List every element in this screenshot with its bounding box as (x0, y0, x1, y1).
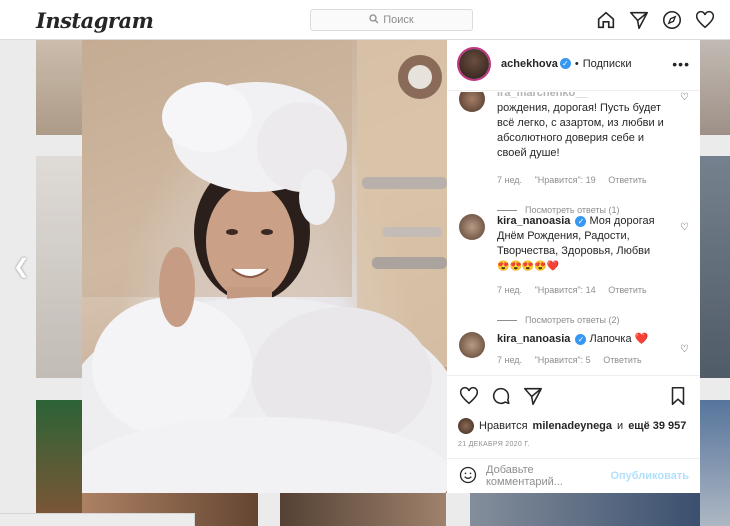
commenter-avatar[interactable] (459, 214, 485, 240)
search-input[interactable]: Поиск (310, 9, 473, 31)
feed-post-thumbnail[interactable] (700, 40, 730, 135)
comment-text-line2: Днём Рождения, Радости, (497, 230, 630, 242)
previous-post-arrow-icon[interactable]: ❮ (13, 254, 30, 279)
post-actions: Нравится milenadeynega и ещё 39 957 21 Д… (447, 375, 700, 448)
likes-count[interactable]: ещё 39 957 (628, 420, 686, 432)
comment-reply-button[interactable]: Ответить (608, 285, 646, 295)
bottom-popup-strip (0, 513, 195, 526)
separator-dot: • (574, 57, 579, 70)
more-options-icon[interactable]: ••• (672, 56, 690, 72)
comment-age[interactable]: 7 нед. (497, 285, 522, 295)
view-replies-label: Посмотреть ответы (2) (525, 315, 620, 325)
replies-line (497, 320, 517, 321)
share-icon[interactable] (522, 385, 544, 412)
add-comment-bar: Добавьте комментарий... Опубликовать (447, 458, 700, 493)
post-date[interactable]: 21 ДЕКАБРЯ 2020 Г. (458, 441, 689, 448)
comment-emoji: ❤️ (634, 333, 649, 345)
verified-badge-icon: ✓ (559, 58, 571, 69)
comment-text: Моя дорогая (589, 215, 655, 227)
verified-badge-icon: ✓ (575, 333, 587, 345)
comment-reply-button[interactable]: Ответить (603, 355, 641, 365)
comment-text-line3: Творчества, Здоровья, Любви (497, 245, 651, 257)
feed-post-thumbnail[interactable] (36, 400, 82, 526)
commenter-avatar[interactable] (459, 332, 485, 358)
likes-user[interactable]: milenadeynega (533, 420, 612, 432)
likes-mid: и (617, 420, 624, 432)
photo-illustration (82, 37, 447, 493)
liker-avatar (458, 418, 474, 434)
save-bookmark-icon[interactable] (667, 385, 689, 412)
author-username[interactable]: achekhova (501, 58, 558, 70)
following-button[interactable]: Подписки (583, 58, 632, 70)
verified-badge-icon: ✓ (575, 215, 587, 227)
comment-age[interactable]: 7 нед. (497, 175, 522, 185)
feed-post-thumbnail[interactable] (36, 156, 82, 378)
replies-line (497, 210, 517, 211)
comment-reply-button[interactable]: Ответить (608, 175, 646, 185)
comment-like-heart-icon[interactable]: ♡ (680, 220, 689, 235)
post-photo[interactable] (82, 37, 447, 493)
comment-emoji: 😍😍😍😍❤️ (497, 261, 560, 272)
emoji-icon[interactable] (458, 465, 478, 488)
feed-post-thumbnail[interactable] (470, 493, 700, 526)
post-details-panel: achekhova ✓ • Подписки ••• ira_marchenko… (447, 37, 700, 493)
direct-message-icon[interactable] (628, 9, 650, 36)
comments-list[interactable]: ira_marchenko__ рождения, дорогая! Пусть… (447, 92, 700, 375)
commenter-avatar[interactable] (459, 92, 485, 112)
comment-age[interactable]: 7 нед. (497, 355, 522, 365)
publish-comment-button[interactable]: Опубликовать (610, 470, 689, 482)
comment-text: Лапочка (589, 333, 632, 345)
explore-icon[interactable] (661, 9, 683, 36)
home-icon[interactable] (595, 9, 617, 36)
add-comment-input[interactable]: Добавьте комментарий... (486, 464, 602, 488)
comment-username[interactable]: kira_nanoasia (497, 215, 570, 227)
view-replies-button[interactable]: Посмотреть ответы (2) (497, 313, 669, 328)
comment-like-heart-icon[interactable]: ♡ (680, 342, 689, 357)
comment-text: рождения, дорогая! Пусть будет всё легко… (497, 102, 664, 159)
like-heart-icon[interactable] (458, 385, 480, 412)
activity-heart-icon[interactable] (694, 9, 716, 36)
comment-meta: 7 нед. "Нравится": 14 Ответить (497, 283, 669, 298)
likes-summary[interactable]: Нравится milenadeynega и ещё 39 957 (458, 418, 689, 434)
comment-likes[interactable]: "Нравится": 5 (535, 355, 591, 365)
comment-username[interactable]: ira_marchenko__ (497, 92, 669, 101)
search-placeholder: Поиск (383, 14, 414, 26)
comment-username[interactable]: kira_nanoasia (497, 333, 570, 345)
instagram-logo[interactable]: Instagram (36, 8, 154, 33)
feed-post-thumbnail[interactable] (700, 156, 730, 378)
comment-meta: 7 нед. "Нравится": 5 Ответить (497, 353, 669, 368)
search-icon (369, 13, 379, 27)
comment-icon[interactable] (490, 385, 512, 412)
feed-post-thumbnail[interactable] (700, 400, 730, 526)
top-nav: Instagram Поиск (0, 0, 730, 40)
comment-likes[interactable]: "Нравится": 14 (535, 285, 596, 295)
author-avatar[interactable] (457, 46, 491, 81)
comment-meta: 7 нед. "Нравится": 19 Ответить (497, 173, 669, 188)
comment-like-heart-icon[interactable]: ♡ (680, 92, 689, 105)
post-header: achekhova ✓ • Подписки ••• (447, 37, 700, 91)
comment-likes[interactable]: "Нравится": 19 (535, 175, 596, 185)
feed-post-thumbnail[interactable] (280, 493, 446, 526)
likes-prefix: Нравится (479, 420, 528, 432)
feed-post-thumbnail[interactable] (36, 40, 82, 135)
